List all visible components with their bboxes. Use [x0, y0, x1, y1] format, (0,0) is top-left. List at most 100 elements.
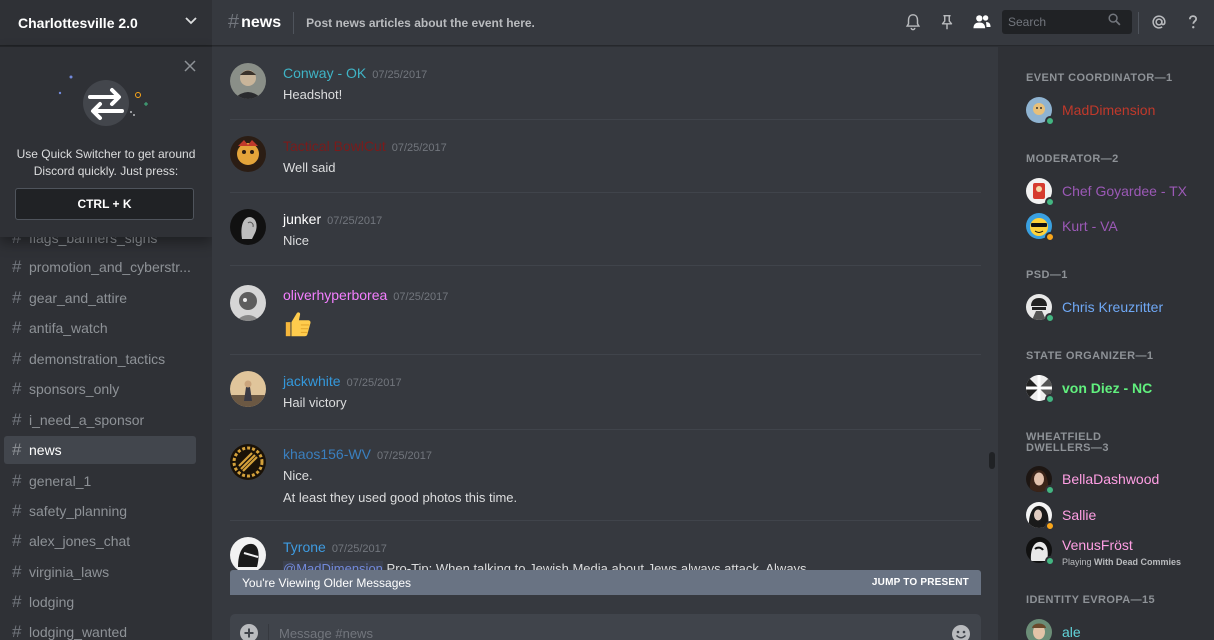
channel-news[interactable]: # news — [4, 436, 196, 464]
member-item[interactable]: Chris Kreuzritter — [1026, 291, 1206, 323]
hash-icon: # — [12, 501, 22, 520]
jump-to-present-button[interactable]: JUMP TO PRESENT — [872, 577, 969, 588]
avatar[interactable] — [230, 136, 266, 172]
hash-icon: # — [12, 288, 22, 307]
divider — [230, 520, 981, 521]
scrollbar-thumb[interactable] — [989, 452, 995, 469]
member-name: von Diez - NC — [1062, 380, 1153, 396]
mentions-icon[interactable] — [1149, 12, 1169, 32]
avatar[interactable] — [230, 444, 266, 480]
channel-general-1[interactable]: # general_1 — [4, 467, 196, 495]
username[interactable]: jackwhite — [283, 373, 341, 389]
message-header: khaos156-WV 07/25/2017 — [283, 446, 981, 464]
avatar — [1026, 294, 1055, 323]
member-name: Chris Kreuzritter — [1062, 299, 1164, 315]
timestamp: 07/25/2017 — [327, 215, 383, 227]
server-header[interactable]: Charlottesville 2.0 — [0, 0, 212, 46]
timestamp: 07/25/2017 — [393, 291, 449, 303]
channel-lodging[interactable]: # lodging — [4, 588, 196, 616]
bell-icon[interactable] — [903, 12, 923, 32]
member-item[interactable]: VenusFröst Playing With Dead Commies — [1026, 534, 1206, 567]
server-name: Charlottesville 2.0 — [18, 14, 138, 31]
status-online-icon — [1045, 116, 1055, 126]
channel-list: # flags_banners_signs # promotion_and_cybe… — [0, 225, 212, 640]
member-item[interactable]: ale — [1026, 616, 1206, 640]
message-composer — [230, 614, 981, 640]
avatar — [1026, 213, 1055, 242]
avatar[interactable] — [230, 371, 266, 407]
username[interactable]: khaos156-WV — [283, 446, 371, 462]
upload-plus-icon[interactable] — [240, 624, 258, 640]
search-input[interactable] — [1008, 15, 1108, 29]
member-name: Kurt - VA — [1062, 218, 1118, 234]
avatar[interactable] — [230, 285, 266, 321]
avatar[interactable] — [230, 63, 266, 99]
message-input[interactable] — [279, 626, 919, 640]
channel-lodging-wanted[interactable]: # lodging_wanted — [4, 618, 196, 640]
role-header: IDENTITY EVROPA—15 — [1026, 594, 1156, 606]
channel-demonstration-tactics[interactable]: # demonstration_tactics — [4, 345, 196, 373]
divider — [230, 354, 981, 355]
username[interactable]: Conway - OK — [283, 65, 366, 81]
pin-icon[interactable] — [937, 12, 957, 32]
member-item[interactable]: Sallie — [1026, 499, 1206, 531]
channel-sidebar: Charlottesville 2.0 # flags_banners_signs… — [0, 0, 212, 640]
timestamp: 07/25/2017 — [331, 543, 387, 555]
channel-virginia-laws[interactable]: # virginia_laws — [4, 558, 196, 586]
divider — [230, 429, 981, 430]
message-content: khaos156-WV 07/25/2017 Nice. At least th… — [283, 446, 981, 508]
timestamp: 07/25/2017 — [346, 377, 402, 389]
emoji-picker-icon[interactable] — [951, 624, 971, 640]
message-header: jackwhite 07/25/2017 — [283, 373, 981, 391]
username[interactable]: junker — [283, 211, 321, 227]
username[interactable]: Tactical BowlCut — [283, 138, 386, 154]
channel-gear-and-attire[interactable]: # gear_and_attire — [4, 284, 196, 312]
member-list-icon[interactable] — [971, 12, 993, 32]
older-messages-label: You're Viewing Older Messages — [242, 575, 412, 590]
channel-i-need-a-sponsor[interactable]: # i_need_a_sponsor — [4, 406, 196, 434]
avatar — [1026, 466, 1055, 495]
username[interactable]: oliverhyperborea — [283, 287, 387, 303]
channel-sponsors-only[interactable]: # sponsors_only — [4, 375, 196, 403]
member-name: VenusFröst — [1062, 537, 1133, 553]
avatar — [1026, 97, 1055, 126]
divider — [293, 11, 295, 34]
chevron-down-icon[interactable] — [184, 13, 198, 32]
channel-topic: Post news articles about the event here. — [306, 15, 535, 30]
message-content: jackwhite 07/25/2017 Hail victory — [283, 373, 981, 413]
close-icon[interactable] — [184, 59, 196, 72]
status-online-icon — [1045, 556, 1055, 566]
message-header: Tyrone 07/25/2017 — [283, 539, 981, 557]
role-header: WHEATFIELD DWELLERS—3 — [1026, 431, 1109, 454]
avatar[interactable] — [230, 537, 266, 573]
member-item[interactable]: BellaDashwood — [1026, 463, 1206, 495]
member-name: Chef Goyardee - TX — [1062, 183, 1188, 199]
channel-antifa-watch[interactable]: # antifa_watch — [4, 314, 196, 342]
quick-switcher-hint: Use Quick Switcher to get around Discord… — [16, 147, 196, 178]
divider — [230, 192, 981, 193]
channel-alex-jones-chat[interactable]: # alex_jones_chat — [4, 527, 196, 555]
avatar[interactable] — [230, 209, 266, 245]
channel-promotion-and-cyberstr[interactable]: # promotion_and_cyberstr... — [4, 253, 196, 281]
channel-safety-planning[interactable]: # safety_planning — [4, 497, 196, 525]
member-item[interactable]: MadDimension — [1026, 94, 1206, 126]
member-item[interactable]: von Diez - NC — [1026, 372, 1206, 404]
status-online-icon — [1045, 313, 1055, 323]
quick-switcher-shortcut[interactable]: CTRL + K — [15, 188, 194, 220]
hash-icon: # — [228, 11, 240, 33]
divider — [1138, 12, 1139, 34]
message-content: junker 07/25/2017 Nice — [283, 211, 981, 251]
member-item[interactable]: Chef Goyardee - TX — [1026, 175, 1206, 207]
hash-icon: # — [12, 562, 22, 581]
member-name: BellaDashwood — [1062, 471, 1160, 487]
role-header: STATE ORGANIZER—1 — [1026, 350, 1154, 362]
search-icon[interactable] — [1108, 13, 1121, 31]
help-icon[interactable] — [1183, 12, 1203, 32]
member-name: MadDimension — [1062, 102, 1156, 118]
hash-icon: # — [12, 349, 22, 368]
search-box[interactable] — [1002, 10, 1132, 34]
message-text: Well said — [283, 160, 336, 175]
message-header: Tactical BowlCut 07/25/2017 — [283, 138, 981, 156]
username[interactable]: Tyrone — [283, 539, 326, 555]
member-item[interactable]: Kurt - VA — [1026, 210, 1206, 242]
